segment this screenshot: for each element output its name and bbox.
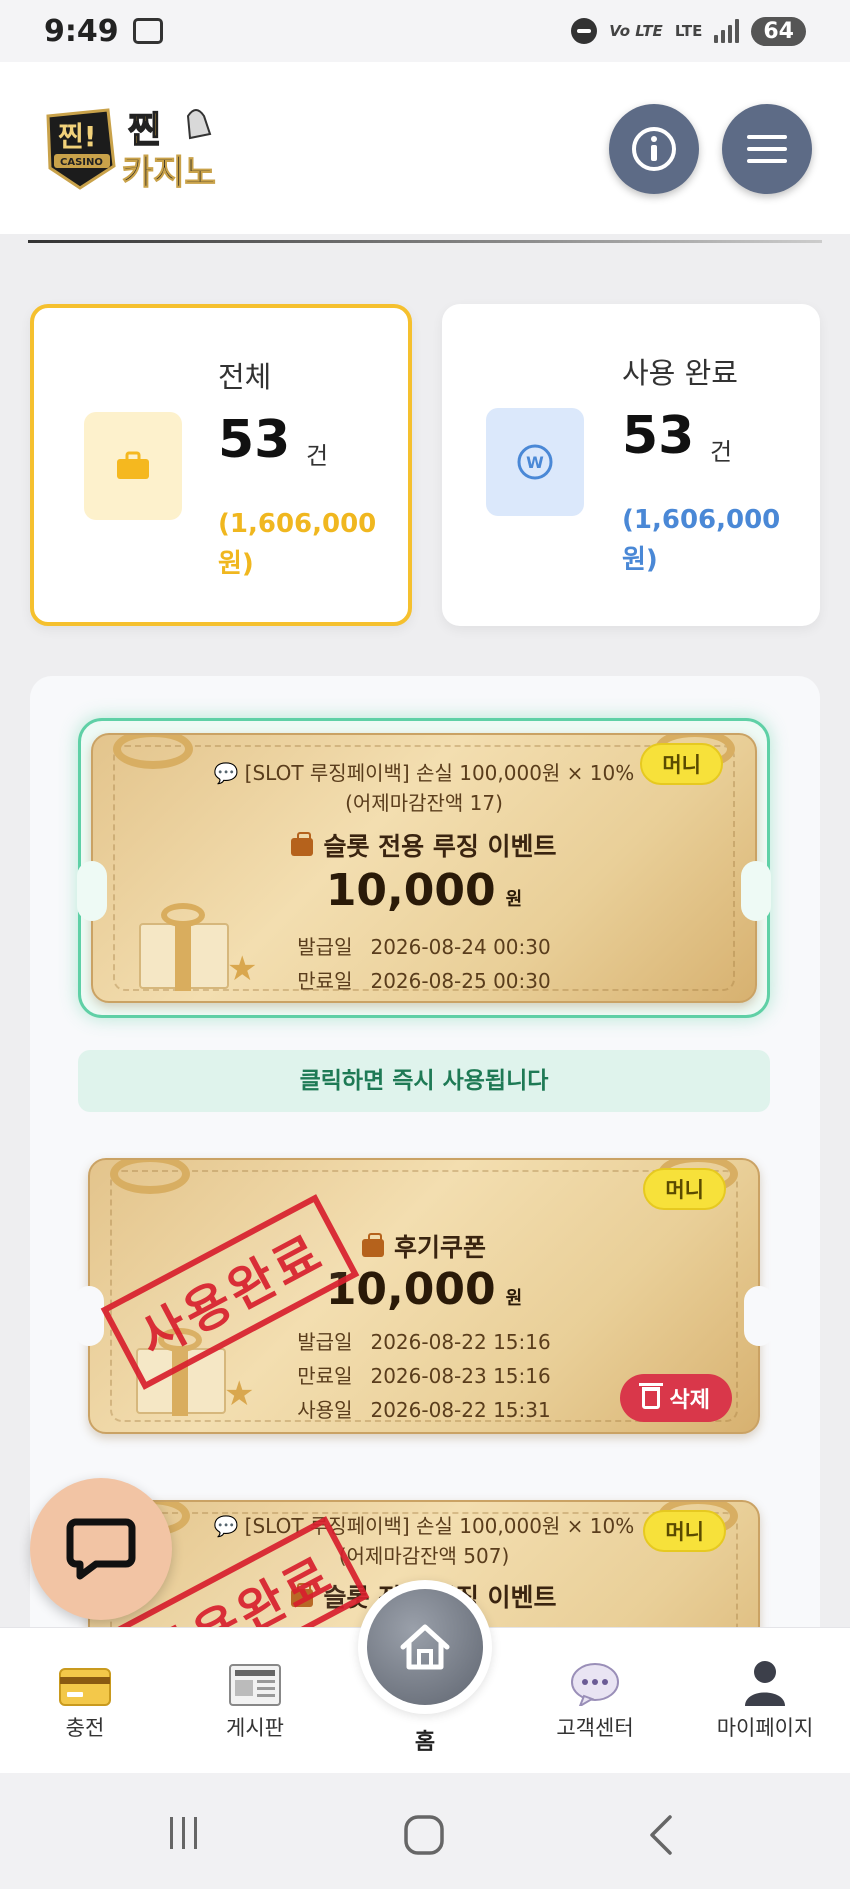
total-label: 전체	[218, 360, 272, 394]
network-label: LTE	[674, 22, 703, 40]
menu-button[interactable]	[722, 104, 812, 194]
used-amount: (1,606,000 원)	[622, 505, 781, 575]
coupon-sub-description: (어제마감잔액 17)	[345, 791, 503, 815]
coupon-title: 슬롯 전용 루징 이벤트	[81, 827, 767, 863]
used-unit: 건	[710, 438, 733, 466]
info-button[interactable]	[609, 104, 699, 194]
nav-home-label: 홈	[414, 1730, 436, 1755]
total-unit: 건	[306, 442, 329, 470]
credit-card-icon	[10, 1662, 160, 1706]
recent-apps-icon	[170, 1817, 197, 1849]
logo-badge: CASINO	[60, 157, 103, 168]
bag-icon	[361, 1233, 384, 1257]
logo-text-3: 카지노	[122, 153, 216, 193]
svg-text:W: W	[526, 453, 544, 472]
logo-text-2: 찐	[128, 110, 161, 151]
coupon-type-badge: 머니	[643, 1168, 726, 1210]
nav-label: 마이페이지	[716, 1716, 814, 1740]
nav-mypage[interactable]: 마이페이지	[690, 1661, 840, 1742]
recent-apps-button[interactable]	[164, 1813, 204, 1857]
coupon-sub-description: (어제마감잔액 507)	[338, 1544, 510, 1568]
back-button[interactable]	[644, 1813, 678, 1861]
info-icon	[632, 127, 676, 171]
total-amount: (1,606,000 원)	[218, 509, 377, 579]
status-time: 9:49	[44, 13, 119, 49]
nav-board[interactable]: 게시판	[180, 1662, 330, 1742]
home-system-button[interactable]	[402, 1813, 446, 1861]
do-not-disturb-icon	[571, 18, 598, 44]
coupon-description: 💬 [SLOT 루징페이백] 손실 100,000원 × 10%	[213, 1514, 635, 1538]
briefcase-icon	[117, 451, 149, 479]
used-count: 53	[622, 406, 695, 466]
total-summary-card[interactable]: 전체 53 건 (1,606,000 원)	[30, 304, 412, 626]
nav-charge[interactable]: 충전	[10, 1662, 160, 1742]
coupon-expiry-date: 만료일 2026-08-25 00:30	[297, 969, 551, 993]
chat-bubble-icon	[520, 1662, 670, 1706]
used-icon-box: W	[486, 408, 584, 516]
won-coin-icon: W	[517, 444, 553, 480]
header-divider	[28, 240, 822, 243]
bag-icon	[291, 832, 314, 856]
back-chevron-icon	[650, 1815, 672, 1855]
chat-icon: 💬	[213, 1514, 239, 1538]
nav-label: 게시판	[226, 1716, 284, 1740]
use-coupon-hint-button[interactable]: 클릭하면 즉시 사용됩니다	[78, 1050, 770, 1112]
total-count: 53	[218, 410, 291, 470]
nav-customer-center[interactable]: 고객센터	[520, 1662, 670, 1742]
status-bar: 9:49 Vo LTE LTE 64	[0, 0, 850, 62]
app-header: 찐! CASINO 찐 카지노	[0, 62, 850, 234]
used-summary-card[interactable]: W 사용 완료 53 건 (1,606,000 원)	[442, 304, 820, 626]
nav-label: 고객센터	[556, 1716, 634, 1740]
chat-bubble-icon	[66, 1518, 136, 1580]
coupon-amount: 10,000 원	[325, 865, 523, 916]
home-icon	[400, 1624, 450, 1670]
coupon-description: 💬 [SLOT 루징페이백] 손실 100,000원 × 10%	[213, 761, 635, 785]
battery-indicator: 64	[751, 16, 806, 46]
user-icon	[690, 1661, 840, 1706]
coupon-issued-date: 발급일 2026-08-24 00:30	[297, 935, 551, 959]
coupon-card[interactable]: ★ 머니 💬 [SLOT 루징페이백] 손실 100,000원 × 10% (어제…	[77, 718, 771, 1018]
home-square-icon	[404, 1815, 444, 1855]
screenshot-icon	[132, 18, 163, 44]
volte-icon: Vo LTE	[609, 22, 663, 40]
delete-coupon-button[interactable]: 삭제	[619, 1374, 732, 1422]
chat-icon: 💬	[213, 761, 239, 785]
nav-home-button[interactable]	[358, 1580, 492, 1714]
coupon-card[interactable]: ★ 머니 후기쿠폰 10,000 원 발급일 2026-08-22 15:16 만료…	[74, 1146, 774, 1446]
coupon-title: 후기쿠폰	[78, 1228, 770, 1264]
newspaper-icon	[180, 1662, 330, 1706]
logo-text-1: 찐!	[58, 120, 97, 153]
nav-label: 충전	[65, 1716, 105, 1740]
signal-icon	[714, 19, 740, 43]
ribbon-decoration	[110, 1160, 190, 1194]
total-icon-box	[84, 412, 182, 520]
app-logo[interactable]: 찐! CASINO 찐 카지노	[38, 96, 238, 196]
hamburger-icon	[747, 135, 787, 163]
live-chat-button[interactable]	[30, 1478, 172, 1620]
trash-icon	[638, 1383, 663, 1409]
system-navigation-bar	[0, 1773, 850, 1889]
used-label: 사용 완료	[622, 356, 738, 390]
